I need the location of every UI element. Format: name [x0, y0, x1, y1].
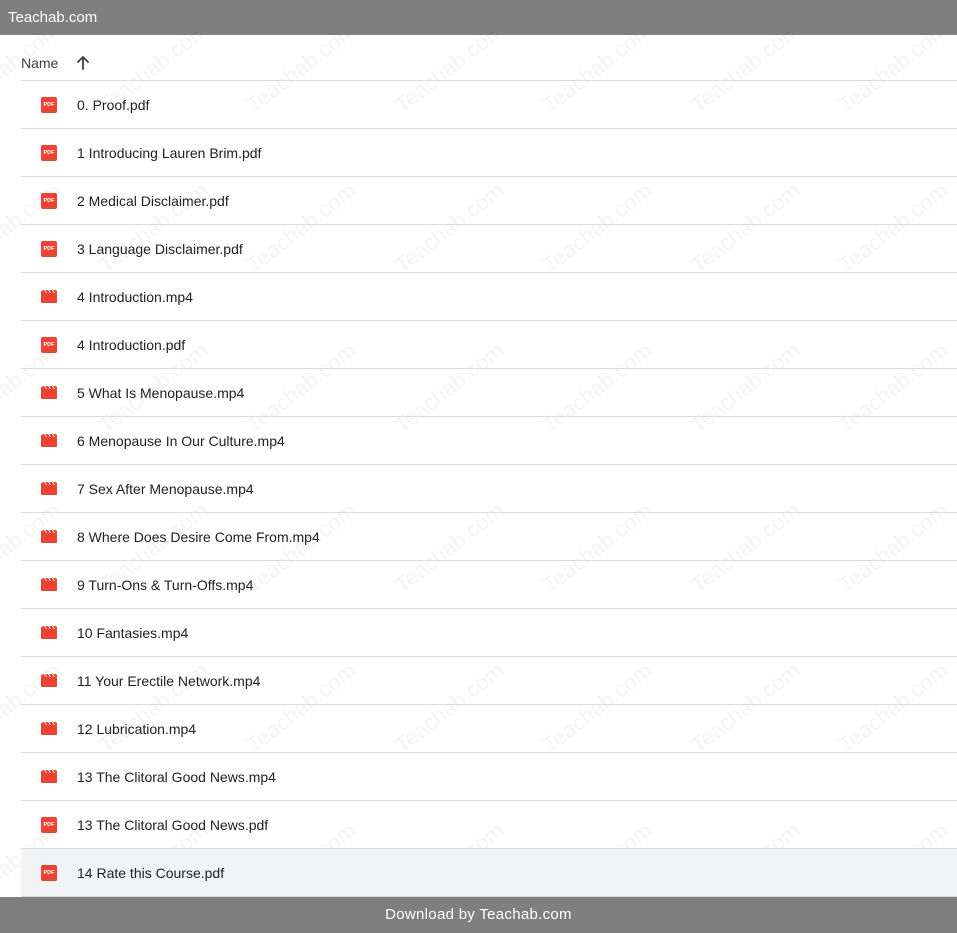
site-title: Teachab.com [8, 9, 98, 26]
pdf-file-icon: PDF [41, 192, 57, 209]
file-row[interactable]: PDF 3 Language Disclaimer.pdf [21, 224, 957, 272]
file-row[interactable]: PDF 1 Introducing Lauren Brim.pdf [21, 128, 957, 176]
video-file-icon [41, 577, 57, 593]
file-name: 7 Sex After Menopause.mp4 [77, 480, 254, 497]
video-file-icon [41, 385, 57, 401]
file-row[interactable]: 7 Sex After Menopause.mp4 [21, 464, 957, 512]
file-name: 3 Language Disclaimer.pdf [77, 240, 243, 257]
video-file-icon [41, 721, 57, 737]
video-file-icon [41, 625, 57, 641]
file-row[interactable]: 10 Fantasies.mp4 [21, 608, 957, 656]
pdf-file-icon: PDF [41, 144, 57, 161]
video-file-icon [41, 481, 57, 497]
file-name: 2 Medical Disclaimer.pdf [77, 192, 229, 209]
file-list: PDF 0. Proof.pdf PDF 1 Introducing Lauren B… [21, 80, 957, 897]
file-row[interactable]: 6 Menopause In Our Culture.mp4 [21, 416, 957, 464]
file-row[interactable]: 11 Your Erectile Network.mp4 [21, 656, 957, 704]
footer-text: Download by Teachab.com [385, 906, 572, 923]
file-name: 10 Fantasies.mp4 [77, 624, 189, 641]
file-row[interactable]: PDF 2 Medical Disclaimer.pdf [21, 176, 957, 224]
file-name: 1 Introducing Lauren Brim.pdf [77, 144, 262, 161]
file-row[interactable]: 5 What Is Menopause.mp4 [21, 368, 957, 416]
file-row[interactable]: 12 Lubrication.mp4 [21, 704, 957, 752]
pdf-file-icon: PDF [41, 864, 57, 881]
video-file-icon [41, 433, 57, 449]
file-row[interactable]: 8 Where Does Desire Come From.mp4 [21, 512, 957, 560]
file-row[interactable]: PDF 0. Proof.pdf [21, 80, 957, 128]
file-name: 4 Introduction.mp4 [77, 288, 193, 305]
file-row[interactable]: PDF 4 Introduction.pdf [21, 320, 957, 368]
file-row[interactable]: 4 Introduction.mp4 [21, 272, 957, 320]
pdf-file-icon: PDF [41, 816, 57, 833]
file-name: 0. Proof.pdf [77, 96, 150, 113]
video-file-icon [41, 289, 57, 305]
name-column-header[interactable]: Name [21, 55, 58, 71]
file-name: 4 Introduction.pdf [77, 336, 186, 353]
bottom-bar: Download by Teachab.com [0, 897, 957, 933]
video-file-icon [41, 673, 57, 689]
file-name: 13 The Clitoral Good News.pdf [77, 816, 269, 833]
file-name: 9 Turn-Ons & Turn-Offs.mp4 [77, 576, 254, 593]
video-file-icon [41, 529, 57, 545]
pdf-file-icon: PDF [41, 240, 57, 257]
file-row[interactable]: PDF 14 Rate this Course.pdf [21, 848, 957, 896]
video-file-icon [41, 769, 57, 785]
file-name: 14 Rate this Course.pdf [77, 864, 225, 881]
pdf-file-icon: PDF [41, 336, 57, 353]
file-name: 12 Lubrication.mp4 [77, 720, 197, 737]
file-name: 8 Where Does Desire Come From.mp4 [77, 528, 320, 545]
arrow-up-icon[interactable] [76, 55, 90, 71]
file-row[interactable]: 9 Turn-Ons & Turn-Offs.mp4 [21, 560, 957, 608]
file-name: 6 Menopause In Our Culture.mp4 [77, 432, 285, 449]
file-name: 11 Your Erectile Network.mp4 [77, 672, 261, 689]
file-row[interactable]: PDF 13 The Clitoral Good News.pdf [21, 800, 957, 848]
column-header: Name [21, 46, 90, 80]
top-bar: Teachab.com [0, 0, 957, 35]
file-name: 5 What Is Menopause.mp4 [77, 384, 245, 401]
pdf-file-icon: PDF [41, 96, 57, 113]
file-name: 13 The Clitoral Good News.mp4 [77, 768, 276, 785]
file-row[interactable]: 13 The Clitoral Good News.mp4 [21, 752, 957, 800]
